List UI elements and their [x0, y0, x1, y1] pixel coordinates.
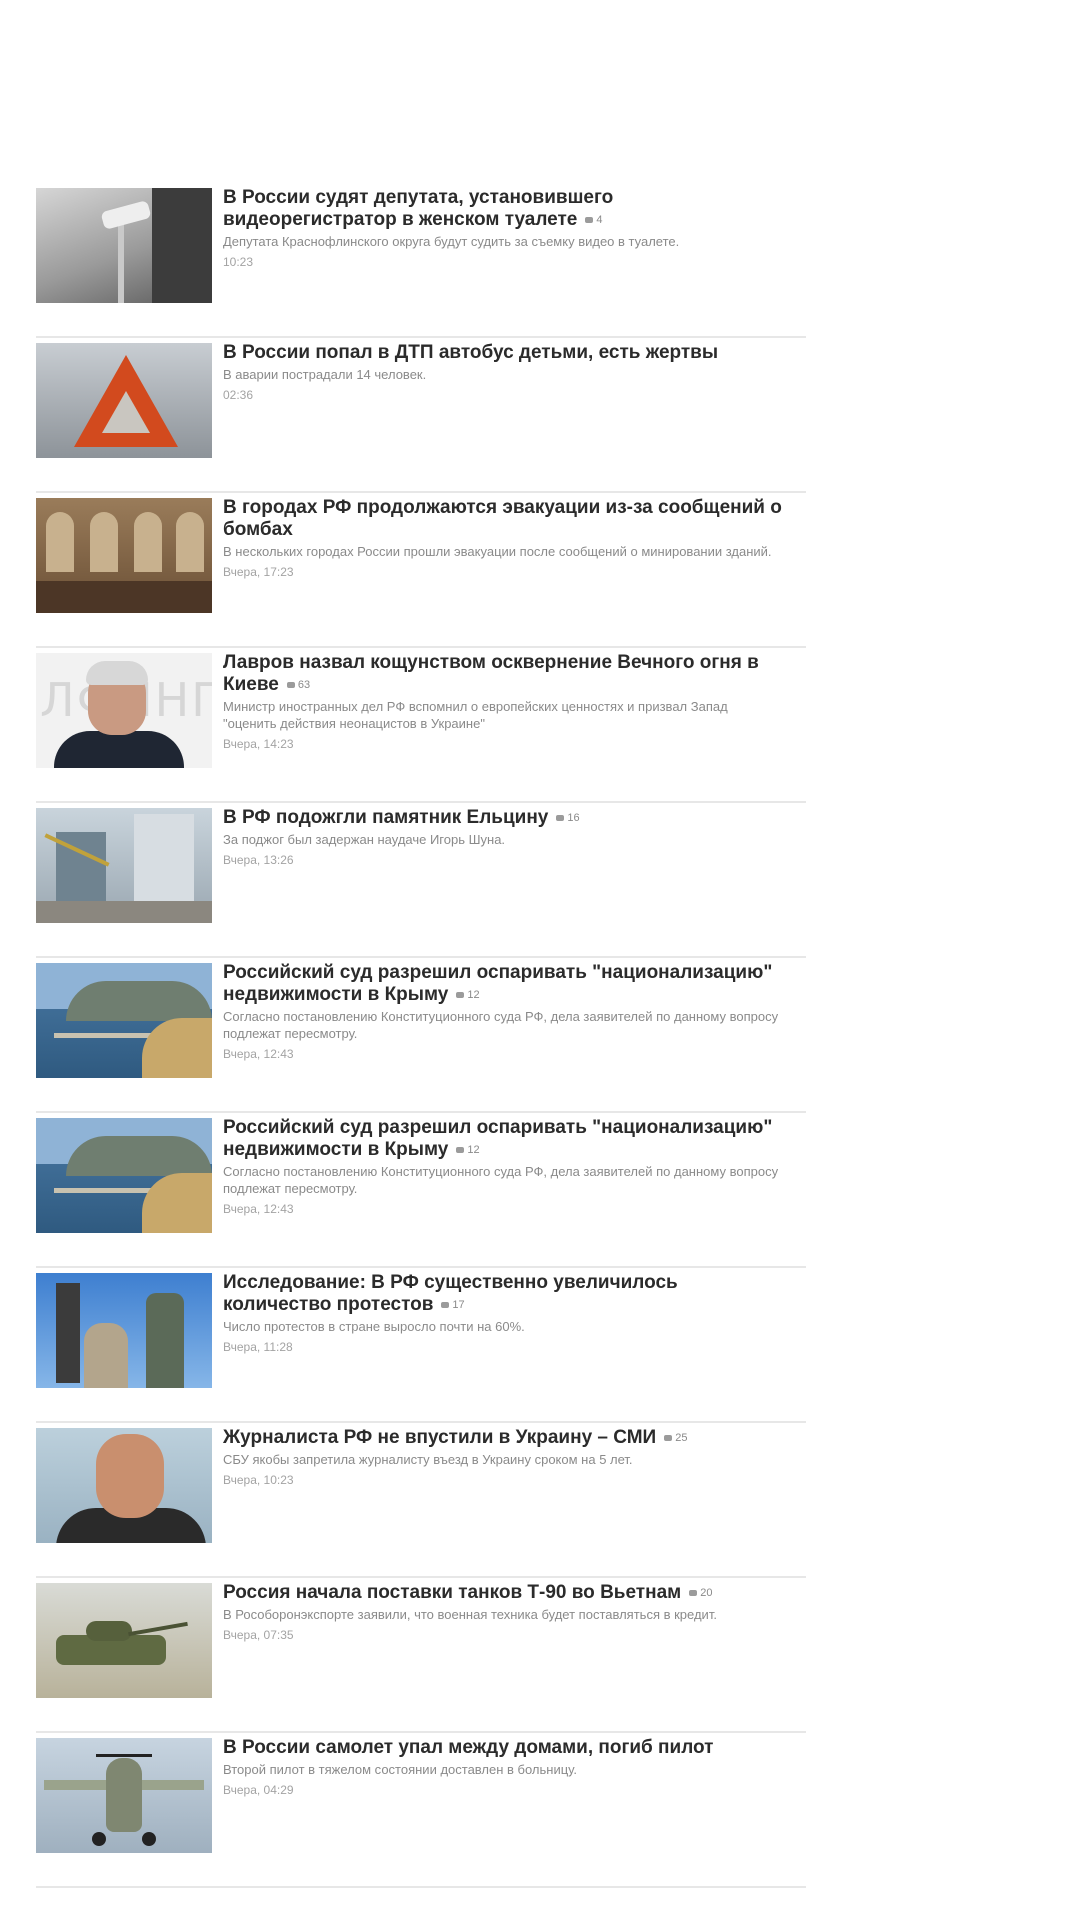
news-description: В нескольких городах России прошли эваку…	[223, 544, 772, 559]
comment-icon	[556, 815, 565, 822]
news-item[interactable]: В РФ подожгли памятник Ельцину 16 За подж…	[36, 804, 806, 958]
news-feed: В России судят депутата, установившего в…	[36, 184, 806, 1889]
news-image[interactable]	[36, 808, 212, 923]
news-image[interactable]	[36, 188, 212, 303]
news-title[interactable]: Российский суд разрешил оспаривать "наци…	[223, 962, 783, 1006]
comment-icon	[664, 1435, 673, 1442]
news-time: Вчера, 14:23	[223, 737, 294, 752]
news-title[interactable]: В России судят депутата, установившего в…	[223, 187, 783, 231]
comment-count[interactable]: 63	[286, 674, 310, 696]
news-description: Число протестов в стране выросло почти н…	[223, 1319, 525, 1335]
comment-count[interactable]: 12	[456, 1139, 480, 1161]
news-title[interactable]: В РФ подожгли памятник Ельцину 16	[223, 807, 783, 829]
news-time: Вчера, 11:28	[223, 1340, 293, 1355]
news-title[interactable]: Журналиста РФ не впустили в Украину – СМ…	[223, 1427, 783, 1449]
news-item[interactable]: Российский суд разрешил оспаривать "наци…	[36, 1114, 806, 1268]
comment-icon	[585, 217, 594, 224]
news-image[interactable]	[36, 963, 212, 1078]
news-image[interactable]	[36, 1428, 212, 1543]
news-description: За поджог был задержан наудаче Игорь Шун…	[223, 832, 506, 848]
news-description: Депутата Краснофлинского округа будут су…	[223, 234, 680, 250]
news-time: Вчера, 04:29	[223, 1783, 294, 1797]
news-item[interactable]: ЛФИНГ Лавров назвал кощунством осквернен…	[36, 649, 806, 803]
news-image[interactable]	[36, 1118, 212, 1233]
news-time: Вчера, 12:43	[223, 1202, 294, 1217]
comment-icon	[456, 992, 465, 999]
news-item[interactable]: Россия начала поставки танков Т-90 во Вь…	[36, 1579, 806, 1733]
comment-icon	[286, 682, 295, 689]
news-item[interactable]: В России самолет упал между домами, поги…	[36, 1734, 806, 1888]
news-time: Вчера, 07:35	[223, 1628, 294, 1643]
news-time: Вчера, 13:26	[223, 853, 294, 868]
news-item[interactable]: Российский суд разрешил оспаривать "наци…	[36, 959, 806, 1113]
comment-count[interactable]: 12	[456, 984, 480, 1006]
news-description: Министр иностранных дел РФ вспомнил о ев…	[223, 699, 728, 732]
news-description: В аварии пострадали 14 человек.	[223, 367, 427, 382]
news-item[interactable]: В России попал в ДТП автобус детьми, ест…	[36, 339, 806, 493]
comment-icon	[456, 1147, 465, 1154]
comment-count[interactable]: 16	[556, 807, 580, 829]
news-time: Вчера, 10:23	[223, 1473, 294, 1488]
news-image[interactable]	[36, 1738, 212, 1853]
news-title[interactable]: В городах РФ продолжаются эвакуации из-з…	[223, 497, 783, 541]
news-time: Вчера, 17:23	[223, 565, 294, 579]
news-item[interactable]: В России судят депутата, установившего в…	[36, 184, 806, 338]
comment-count[interactable]: 17	[441, 1294, 465, 1316]
news-time: 02:36	[223, 388, 254, 402]
news-title[interactable]: Исследование: В РФ существенно увеличило…	[223, 1272, 783, 1316]
comment-count[interactable]: 4	[585, 209, 602, 231]
news-description: В Рособоронэкспорте заявили, что военная…	[223, 1607, 717, 1623]
news-image[interactable]	[36, 498, 212, 613]
news-description: СБУ якобы запретила журналисту въезд в У…	[223, 1452, 633, 1468]
news-time: Вчера, 12:43	[223, 1047, 294, 1062]
news-description: Согласно постановлению Конституционного …	[223, 1009, 779, 1042]
news-item[interactable]: Исследование: В РФ существенно увеличило…	[36, 1269, 806, 1423]
news-image[interactable]	[36, 343, 212, 458]
news-title[interactable]: Лавров назвал кощунством осквернение Веч…	[223, 652, 783, 696]
news-description: Второй пилот в тяжелом состоянии доставл…	[223, 1762, 577, 1777]
news-title[interactable]: Российский суд разрешил оспаривать "наци…	[223, 1117, 783, 1161]
comment-icon	[441, 1302, 450, 1309]
news-title[interactable]: Россия начала поставки танков Т-90 во Вь…	[223, 1582, 783, 1604]
news-description: Согласно постановлению Конституционного …	[223, 1164, 779, 1197]
news-image[interactable]	[36, 1273, 212, 1388]
news-title[interactable]: В России попал в ДТП автобус детьми, ест…	[223, 342, 783, 364]
news-image[interactable]	[36, 1583, 212, 1698]
news-item[interactable]: Журналиста РФ не впустили в Украину – СМ…	[36, 1424, 806, 1578]
news-time: 10:23	[223, 255, 254, 270]
news-image[interactable]: ЛФИНГ	[36, 653, 212, 768]
comment-icon	[689, 1590, 698, 1597]
news-item[interactable]: В городах РФ продолжаются эвакуации из-з…	[36, 494, 806, 648]
news-title[interactable]: В России самолет упал между домами, поги…	[223, 1737, 783, 1759]
comment-count[interactable]: 20	[689, 1582, 712, 1604]
comment-count[interactable]: 25	[664, 1427, 687, 1449]
